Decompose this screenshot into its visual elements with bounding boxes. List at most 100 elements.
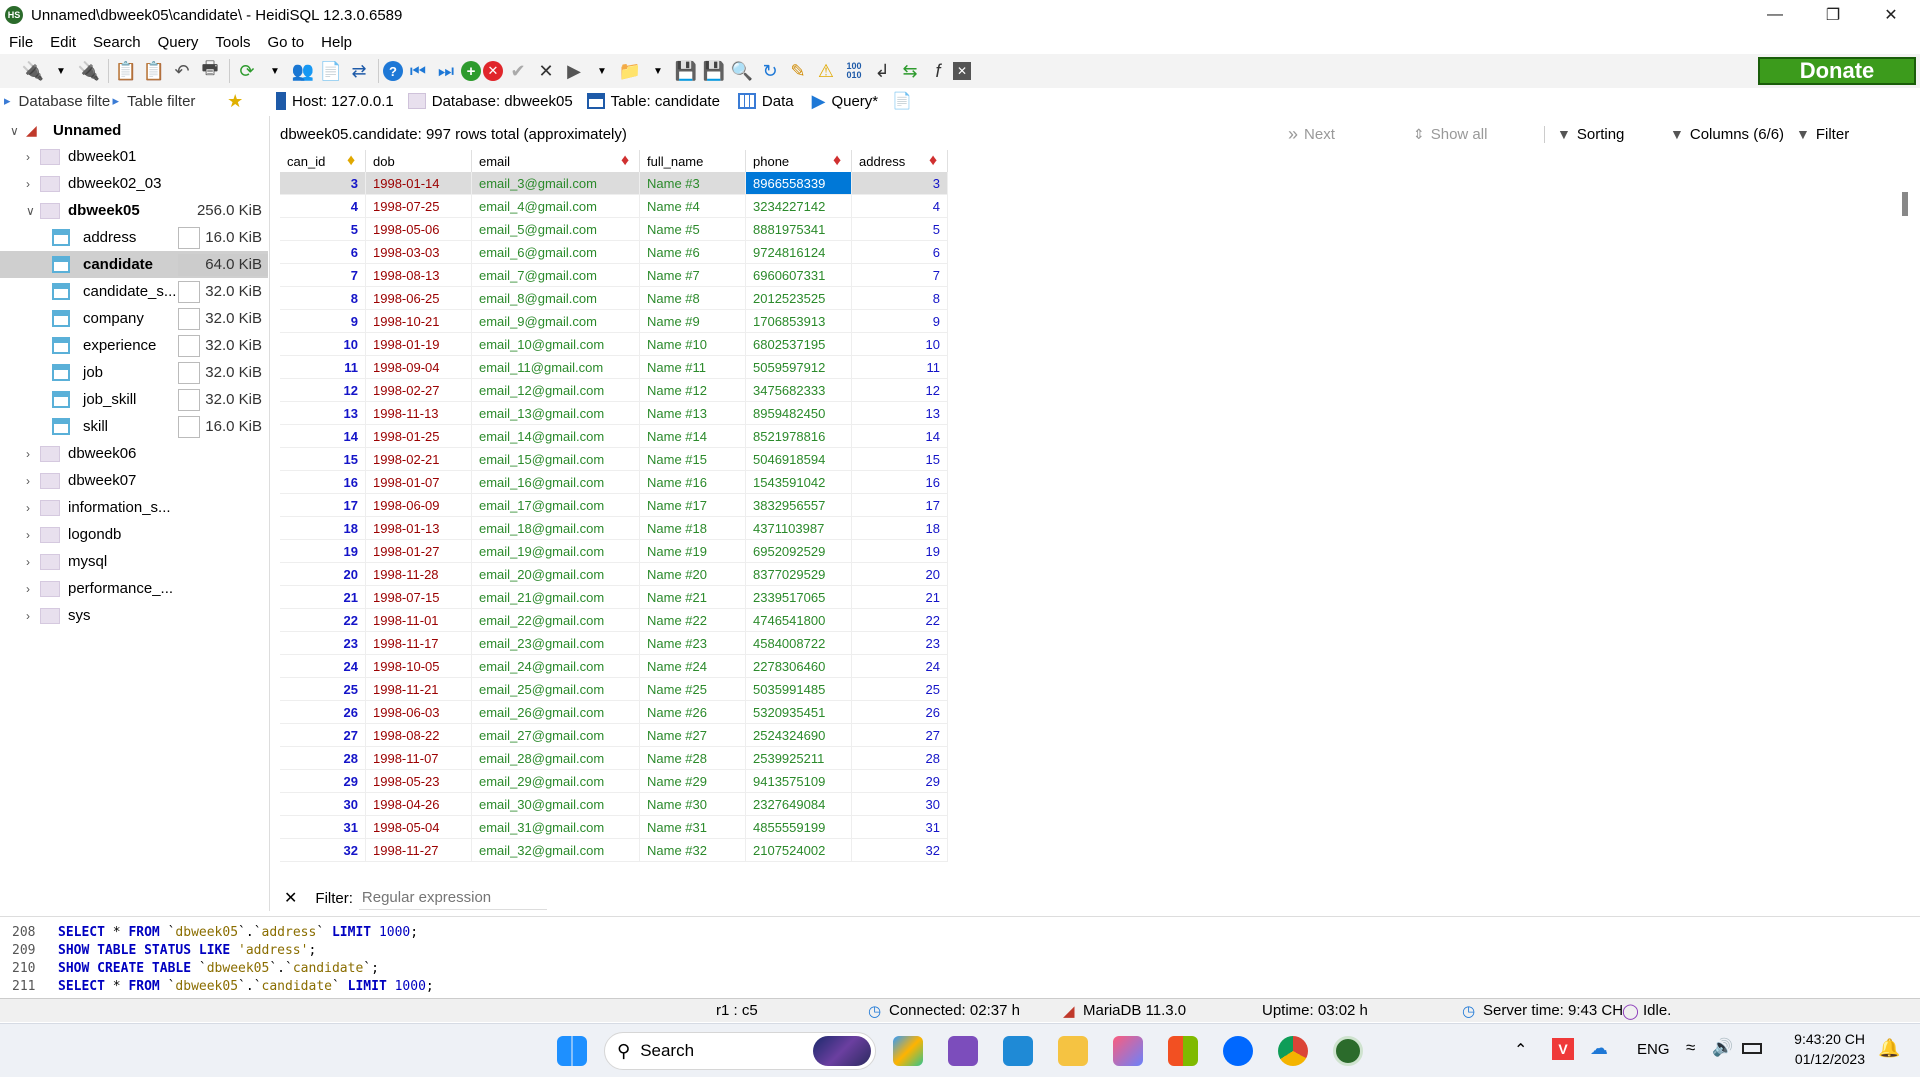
cell-email[interactable]: email_26@gmail.com <box>472 701 640 724</box>
cell-phone[interactable]: 8881975341 <box>746 218 852 241</box>
cell-can-id[interactable]: 22 <box>280 609 366 632</box>
tree-database-item[interactable]: › performance_... <box>0 575 268 602</box>
windows-start-icon[interactable] <box>557 1036 587 1066</box>
tree-table-item[interactable]: candidate_s... 32.0 KiB <box>0 278 268 305</box>
favorite-star-icon[interactable]: ★ <box>227 91 243 112</box>
onedrive-tray-icon[interactable]: ☁ <box>1590 1038 1608 1059</box>
cell-email[interactable]: email_15@gmail.com <box>472 448 640 471</box>
cell-full-name[interactable]: Name #5 <box>640 218 746 241</box>
tab-query[interactable]: ▶ Query* <box>812 91 879 112</box>
cell-email[interactable]: email_16@gmail.com <box>472 471 640 494</box>
copy-icon[interactable]: 📋 <box>113 58 139 84</box>
cell-full-name[interactable]: Name #7 <box>640 264 746 287</box>
cell-can-id[interactable]: 12 <box>280 379 366 402</box>
tab-data[interactable]: Data <box>733 90 798 112</box>
chevron-right-icon[interactable]: › <box>26 555 38 569</box>
tree-table-item[interactable]: job 32.0 KiB <box>0 359 268 386</box>
chevron-right-icon[interactable]: › <box>26 177 38 191</box>
cell-phone[interactable]: 2107524002 <box>746 839 852 862</box>
cell-can-id[interactable]: 4 <box>280 195 366 218</box>
chevron-right-icon[interactable]: › <box>26 528 38 542</box>
cell-can-id[interactable]: 21 <box>280 586 366 609</box>
cell-dob[interactable]: 1998-06-09 <box>366 494 472 517</box>
cell-address[interactable]: 6 <box>852 241 948 264</box>
sync-icon[interactable]: ⇆ <box>897 58 923 84</box>
tree-table-item[interactable]: skill 16.0 KiB <box>0 413 268 440</box>
cell-can-id[interactable]: 11 <box>280 356 366 379</box>
cell-can-id[interactable]: 19 <box>280 540 366 563</box>
undo-icon[interactable]: ↶ <box>169 58 195 84</box>
cancel-icon[interactable]: ✕ <box>533 58 559 84</box>
cell-email[interactable]: email_25@gmail.com <box>472 678 640 701</box>
cell-address[interactable]: 17 <box>852 494 948 517</box>
cell-phone[interactable]: 9413575109 <box>746 770 852 793</box>
cell-phone[interactable]: 5059597912 <box>746 356 852 379</box>
cell-can-id[interactable]: 9 <box>280 310 366 333</box>
column-header-phone[interactable]: phone ♦ <box>746 150 852 172</box>
tree-table-item[interactable]: company 32.0 KiB <box>0 305 268 332</box>
column-header-dob[interactable]: dob <box>366 150 472 172</box>
next-button[interactable]: » Next <box>1288 124 1335 145</box>
save-icon[interactable]: 💾 <box>673 58 699 84</box>
variable-icon[interactable]: f <box>925 58 951 84</box>
cell-email[interactable]: email_20@gmail.com <box>472 563 640 586</box>
cell-can-id[interactable]: 13 <box>280 402 366 425</box>
columns-button[interactable]: ▼ Columns (6/6) <box>1670 126 1784 143</box>
cell-phone[interactable]: 9724816124 <box>746 241 852 264</box>
cell-dob[interactable]: 1998-11-01 <box>366 609 472 632</box>
dropdown-arrow-icon[interactable]: ▼ <box>589 58 615 84</box>
vscode-icon[interactable] <box>1003 1036 1033 1066</box>
cell-dob[interactable]: 1998-02-21 <box>366 448 472 471</box>
cell-phone[interactable]: 8521978816 <box>746 425 852 448</box>
close-button[interactable]: ✕ <box>1862 0 1920 30</box>
cell-full-name[interactable]: Name #22 <box>640 609 746 632</box>
cell-email[interactable]: email_13@gmail.com <box>472 402 640 425</box>
cell-dob[interactable]: 1998-07-15 <box>366 586 472 609</box>
cell-email[interactable]: email_19@gmail.com <box>472 540 640 563</box>
last-record-icon[interactable]: ⏭ <box>433 58 459 84</box>
user-manager-icon[interactable]: 👥 <box>290 58 316 84</box>
cell-full-name[interactable]: Name #16 <box>640 471 746 494</box>
tab-host[interactable]: Host: 127.0.0.1 <box>276 92 394 110</box>
post-icon[interactable]: ✔ <box>505 58 531 84</box>
cell-address[interactable]: 4 <box>852 195 948 218</box>
cell-address[interactable]: 20 <box>852 563 948 586</box>
cell-can-id[interactable]: 29 <box>280 770 366 793</box>
cell-can-id[interactable]: 25 <box>280 678 366 701</box>
close-filter-icon[interactable]: ✕ <box>284 888 297 908</box>
cell-phone[interactable]: 5046918594 <box>746 448 852 471</box>
import-icon[interactable]: 📄 <box>318 58 344 84</box>
cell-address[interactable]: 30 <box>852 793 948 816</box>
donate-button[interactable]: Donate <box>1758 57 1916 85</box>
transfer-icon[interactable]: ⇄ <box>346 58 372 84</box>
cell-phone[interactable]: 8966558339 <box>746 172 852 195</box>
visual-studio-icon[interactable] <box>948 1036 978 1066</box>
chevron-right-icon[interactable]: › <box>26 447 38 461</box>
cell-can-id[interactable]: 3 <box>280 172 366 195</box>
menu-goto[interactable]: Go to <box>258 34 312 51</box>
tree-database-item[interactable]: › sys <box>0 602 268 629</box>
cell-full-name[interactable]: Name #4 <box>640 195 746 218</box>
tree-table-item[interactable]: experience 32.0 KiB <box>0 332 268 359</box>
disconnect-icon[interactable]: 🔌 <box>76 58 102 84</box>
cell-phone[interactable]: 6802537195 <box>746 333 852 356</box>
cell-address[interactable]: 31 <box>852 816 948 839</box>
cell-email[interactable]: email_12@gmail.com <box>472 379 640 402</box>
cell-full-name[interactable]: Name #17 <box>640 494 746 517</box>
refresh-icon[interactable]: ⟳ <box>234 58 260 84</box>
vivaldi-tray-icon[interactable]: V <box>1552 1038 1574 1060</box>
cell-full-name[interactable]: Name #23 <box>640 632 746 655</box>
cell-dob[interactable]: 1998-11-27 <box>366 839 472 862</box>
zalo-icon[interactable] <box>1223 1036 1253 1066</box>
chevron-right-icon[interactable]: › <box>26 150 38 164</box>
cell-phone[interactable]: 6960607331 <box>746 264 852 287</box>
cell-email[interactable]: email_14@gmail.com <box>472 425 640 448</box>
tree-database-item[interactable]: › dbweek02_03 <box>0 170 268 197</box>
tree-database-item[interactable]: › information_s... <box>0 494 268 521</box>
cell-full-name[interactable]: Name #30 <box>640 793 746 816</box>
cell-full-name[interactable]: Name #13 <box>640 402 746 425</box>
cell-address[interactable]: 13 <box>852 402 948 425</box>
cell-address[interactable]: 18 <box>852 517 948 540</box>
cell-phone[interactable]: 8959482450 <box>746 402 852 425</box>
clock-date[interactable]: 01/12/2023 <box>1785 1051 1865 1067</box>
